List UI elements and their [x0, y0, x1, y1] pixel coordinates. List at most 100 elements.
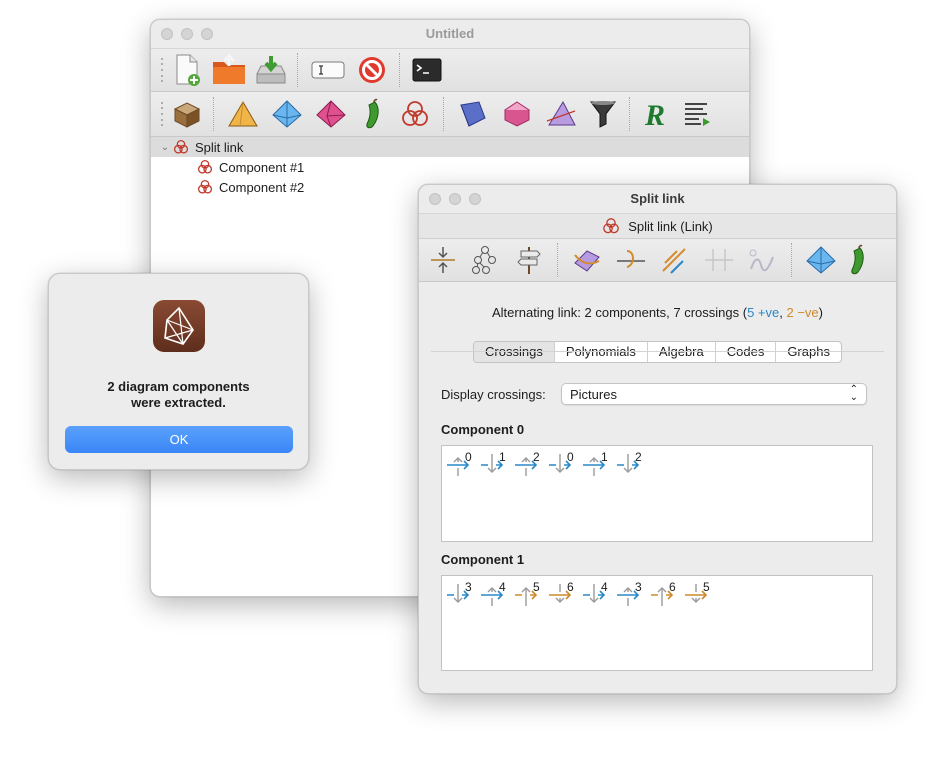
toolbar-separator [443, 97, 445, 131]
crossing-number: 2 [635, 450, 642, 464]
crossing-number: 5 [533, 580, 540, 594]
crossing-picture: 6 [650, 580, 684, 610]
snappea-icon[interactable] [353, 94, 393, 134]
crossing-number: 6 [669, 580, 676, 594]
tab-codes[interactable]: Codes [714, 342, 776, 362]
link-window-titlebar[interactable]: Split link [419, 185, 896, 214]
crossing-number: 0 [567, 450, 574, 464]
tree-item-label: Split link [195, 139, 244, 155]
window-title: Untitled [425, 26, 475, 41]
alert-message-line-2: were extracted. [131, 395, 226, 410]
tab-graphs[interactable]: Graphs [775, 342, 841, 362]
crossing-number: 0 [465, 450, 472, 464]
crossing-number: 3 [465, 580, 472, 594]
disabled-split-icon[interactable] [697, 240, 741, 280]
crossing-picture: 5 [514, 580, 548, 610]
toolbar-grip[interactable] [157, 56, 167, 84]
terminal-icon[interactable] [407, 50, 447, 90]
crossing-picture: 5 [684, 580, 718, 610]
toolbar-separator [629, 97, 631, 131]
display-crossings-label: Display crossings: [441, 387, 546, 402]
normal-surfaces-icon[interactable] [451, 94, 495, 134]
crossing-picture: 3 [446, 580, 480, 610]
updown-chevron-icon: ⌃ ⌄ [849, 384, 858, 403]
crossing-picture: 2 [514, 450, 548, 480]
stop-icon[interactable] [351, 50, 393, 90]
crossing-picture: 3 [616, 580, 650, 610]
tab-bar: Crossings Polynomials Algebra Codes Grap… [419, 341, 896, 363]
toolbar-separator [399, 53, 401, 87]
packet-toolbar: R [151, 92, 749, 137]
chevron-down-icon[interactable]: ⌄ [157, 142, 173, 153]
alert-message: 2 diagram components were extracted. [49, 379, 308, 411]
summary-text: Alternating link: 2 components, 7 crossi… [492, 305, 748, 320]
open-folder-icon[interactable] [207, 50, 251, 90]
alert-message-line-1: 2 diagram components [107, 379, 250, 394]
component-0-crossings[interactable]: 0 1 2 0 1 2 [441, 445, 873, 542]
toolbar-separator [791, 243, 793, 277]
knot-icon[interactable] [393, 94, 437, 134]
summary-suffix: ) [818, 305, 823, 320]
graph-icon[interactable] [463, 240, 507, 280]
link-toolbar [419, 239, 896, 282]
crossing-number: 1 [601, 450, 608, 464]
display-crossings-select[interactable]: Pictures ⌃ ⌄ [561, 383, 867, 405]
snappea-icon[interactable] [843, 240, 873, 280]
angle-structures-icon[interactable] [495, 94, 539, 134]
component-1-crossings[interactable]: 3 4 5 6 4 3 6 5 [441, 575, 873, 671]
window-title: Split link [630, 191, 685, 206]
knot-icon [197, 179, 213, 194]
pink-polyhedron-icon[interactable] [309, 94, 353, 134]
crossing-picture: 1 [582, 450, 616, 480]
crossing-picture: 6 [548, 580, 582, 610]
component-0-label: Component 0 [441, 422, 525, 437]
crossing-number: 1 [499, 450, 506, 464]
tab-crossings[interactable]: Crossings [474, 342, 554, 362]
positive-count: 5 +ve [747, 305, 780, 320]
filled-triangulation-icon[interactable] [539, 94, 583, 134]
crossing-picture: 4 [480, 580, 514, 610]
knot-icon [603, 218, 620, 234]
toolbar-grip[interactable] [157, 100, 167, 128]
tab-polynomials[interactable]: Polynomials [553, 342, 647, 362]
crossing-picture: 2 [616, 450, 650, 480]
crossing-number: 2 [533, 450, 540, 464]
new-document-icon[interactable] [167, 50, 207, 90]
triangulation-icon[interactable] [221, 94, 265, 134]
reflect-icon[interactable] [423, 240, 463, 280]
disabled-strand-icon[interactable] [741, 240, 785, 280]
text-packet-icon[interactable] [677, 94, 717, 134]
crossing-number: 4 [499, 580, 506, 594]
toolbar-separator [213, 97, 215, 131]
r-script-icon[interactable]: R [637, 94, 677, 134]
crossing-picture: 0 [446, 450, 480, 480]
complement-tetra-icon[interactable] [799, 240, 843, 280]
regina-app-icon [153, 300, 205, 352]
link-window: Split link Split link (Link) Alternating… [418, 184, 897, 694]
signpost-icon[interactable] [507, 240, 551, 280]
rotate-icon[interactable] [565, 240, 609, 280]
text-input-icon[interactable] [305, 50, 351, 90]
file-toolbar [151, 49, 749, 92]
twist-icon[interactable] [609, 240, 653, 280]
tab-group: Crossings Polynomials Algebra Codes Grap… [473, 341, 842, 363]
tree-row-split-link[interactable]: ⌄ Split link [151, 137, 749, 157]
container-box-icon[interactable] [167, 94, 207, 134]
tree-row-component-1[interactable]: Component #1 [151, 157, 749, 177]
select-value: Pictures [570, 386, 617, 402]
save-drive-icon[interactable] [251, 50, 291, 90]
main-window-titlebar[interactable]: Untitled [151, 20, 749, 49]
crossing-picture: 1 [480, 450, 514, 480]
crossing-number: 5 [703, 580, 710, 594]
crossing-picture: 4 [582, 580, 616, 610]
crossing-number: 6 [567, 580, 574, 594]
crossing-number: 4 [601, 580, 608, 594]
ok-button[interactable]: OK [65, 426, 293, 453]
knot-icon [173, 139, 189, 154]
tab-panel-border [431, 351, 884, 352]
filter-icon[interactable] [583, 94, 623, 134]
tetrahedron-icon[interactable] [265, 94, 309, 134]
knot-icon [197, 159, 213, 174]
pass-move-icon[interactable] [653, 240, 697, 280]
tab-algebra[interactable]: Algebra [646, 342, 715, 362]
